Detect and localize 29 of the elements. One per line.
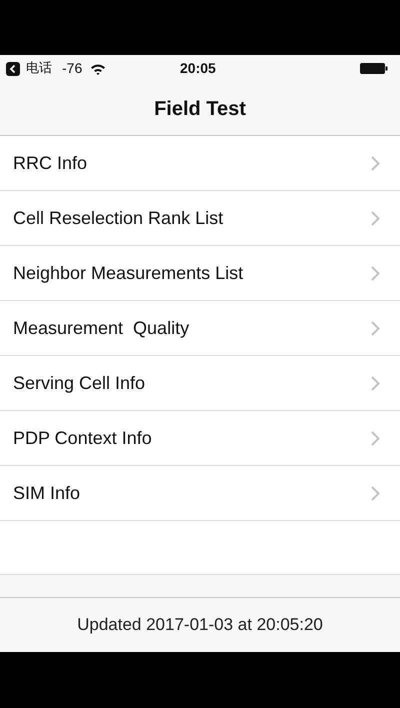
menu-row[interactable]: RRC Info: [0, 136, 400, 191]
updated-text: Updated 2017-01-03 at 20:05:20: [77, 614, 323, 636]
row-label: PDP Context Info: [13, 426, 153, 450]
screen-title: Field Test: [154, 96, 246, 122]
row-label: Neighbor Measurements List: [13, 262, 244, 285]
menu-row[interactable]: Neighbor Measurements List: [0, 246, 400, 301]
battery-icon: [360, 63, 388, 74]
row-label: Serving Cell Info: [13, 372, 146, 395]
row-label: Measurement Quality: [13, 316, 190, 340]
chevron-icon: [371, 430, 380, 446]
chevron-icon: [371, 156, 380, 170]
menu-row[interactable]: PDP Context Info: [0, 411, 400, 466]
chevron-icon: [371, 210, 380, 226]
signal-strength: -76: [62, 59, 82, 78]
menu-row[interactable]: SIM Info: [0, 466, 400, 521]
menu-row[interactable]: Cell Reselection Rank List: [0, 191, 400, 246]
chevron-icon: [371, 266, 380, 280]
back-label[interactable]: 电话: [26, 58, 52, 78]
chevron-icon: [371, 486, 380, 500]
clock: 20:05: [180, 59, 216, 78]
wifi-icon: [90, 62, 106, 74]
menu-row[interactable]: Measurement Quality: [0, 301, 400, 356]
chevron-icon: [371, 376, 380, 390]
menu-row[interactable]: Serving Cell Info: [0, 356, 400, 411]
chevron-icon: [371, 320, 380, 336]
back-icon[interactable]: [6, 62, 20, 76]
row-label: RRC Info: [13, 152, 88, 174]
row-label: Cell Reselection Rank List: [13, 206, 224, 230]
row-label: SIM Info: [13, 482, 82, 504]
